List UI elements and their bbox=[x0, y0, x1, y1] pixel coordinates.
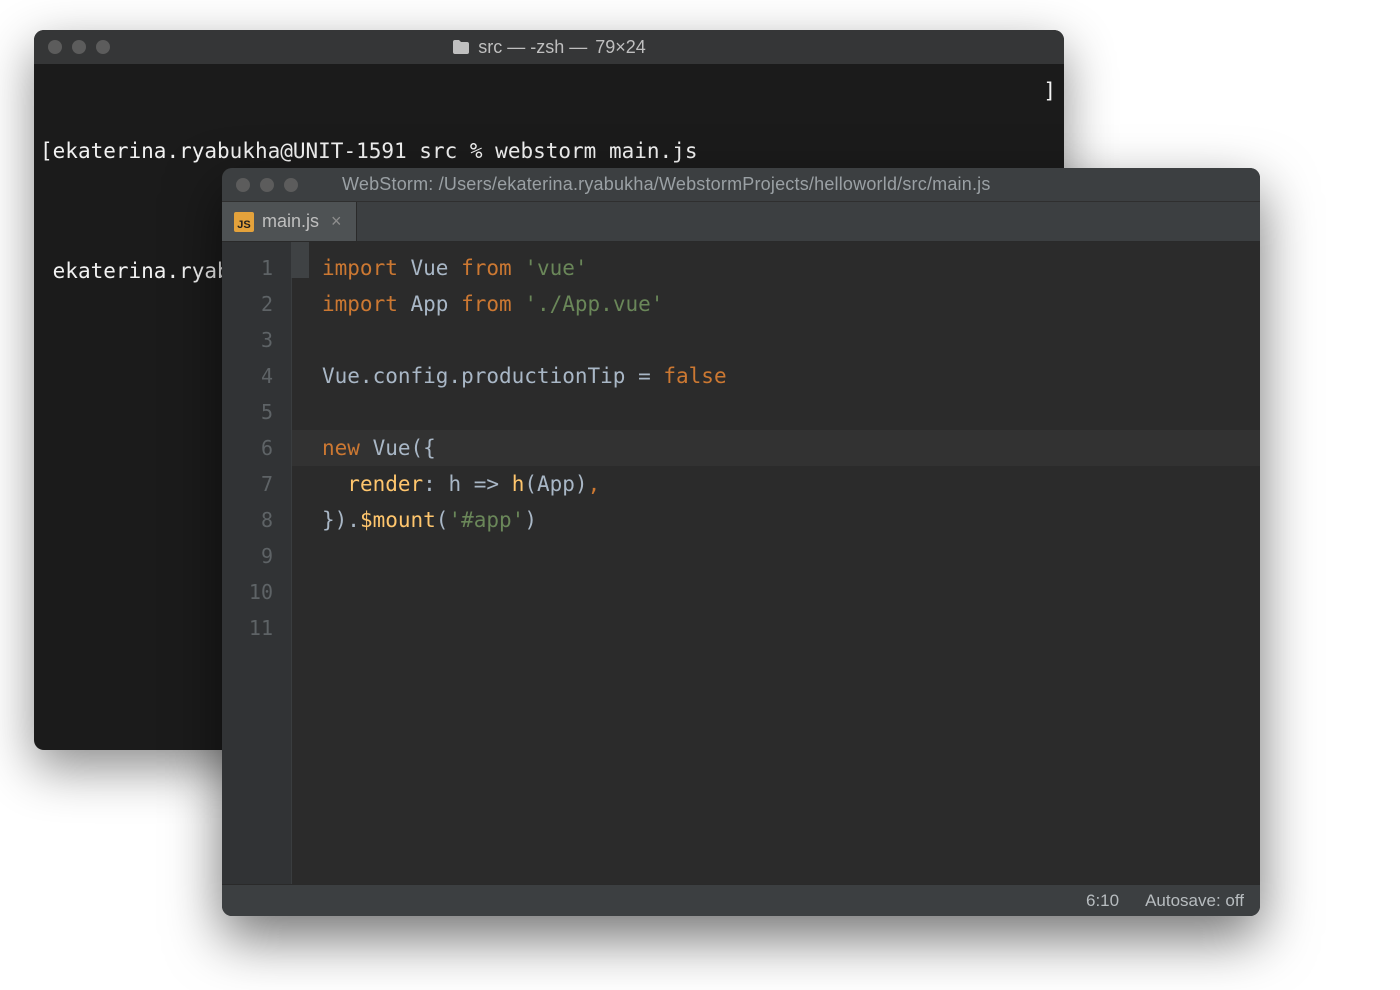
code-line[interactable] bbox=[318, 610, 1260, 646]
maximize-icon[interactable] bbox=[284, 178, 298, 192]
tab-filename: main.js bbox=[262, 211, 319, 232]
minimize-icon[interactable] bbox=[72, 40, 86, 54]
ide-title: WebStorm: /Users/ekaterina.ryabukha/Webs… bbox=[342, 174, 991, 195]
terminal-prompt: ekaterina.ryabukha@UNIT-1591 src % bbox=[53, 136, 496, 166]
ide-window-controls bbox=[236, 178, 298, 192]
prompt-open-bracket: [ bbox=[40, 136, 53, 166]
ide-titlebar[interactable]: WebStorm: /Users/ekaterina.ryabukha/Webs… bbox=[222, 168, 1260, 202]
minimize-icon[interactable] bbox=[260, 178, 274, 192]
status-bar: 6:10 Autosave: off bbox=[222, 884, 1260, 916]
terminal-command: webstorm main.js bbox=[495, 136, 697, 166]
terminal-window-controls bbox=[48, 40, 110, 54]
code-line[interactable] bbox=[318, 322, 1260, 358]
code-line[interactable]: import App from './App.vue' bbox=[318, 286, 1260, 322]
tab-close-icon[interactable]: × bbox=[327, 211, 342, 232]
editor-area: 1234567891011 import Vue from 'vue'impor… bbox=[222, 242, 1260, 884]
line-number[interactable]: 3 bbox=[222, 322, 291, 358]
line-number[interactable]: 8 bbox=[222, 502, 291, 538]
line-number[interactable]: 9 bbox=[222, 538, 291, 574]
code-line[interactable]: Vue.config.productionTip = false bbox=[318, 358, 1260, 394]
tab-bar: JS main.js × bbox=[222, 202, 1260, 242]
close-icon[interactable] bbox=[48, 40, 62, 54]
terminal-title-prefix: src — -zsh — bbox=[478, 37, 587, 58]
terminal-titlebar[interactable]: src — -zsh — 79×24 bbox=[34, 30, 1064, 64]
js-file-icon: JS bbox=[234, 212, 254, 232]
line-number[interactable]: 11 bbox=[222, 610, 291, 646]
line-number[interactable]: 5 bbox=[222, 394, 291, 430]
line-number[interactable]: 7 bbox=[222, 466, 291, 502]
maximize-icon[interactable] bbox=[96, 40, 110, 54]
code-line[interactable] bbox=[318, 394, 1260, 430]
cursor-position[interactable]: 6:10 bbox=[1086, 891, 1119, 911]
line-number[interactable]: 10 bbox=[222, 574, 291, 610]
folder-icon bbox=[452, 39, 470, 55]
code-line[interactable]: render: h => h(App), bbox=[318, 466, 1260, 502]
prompt-close-bracket: ] bbox=[1043, 76, 1056, 106]
line-number[interactable]: 6 bbox=[222, 430, 291, 466]
line-number-gutter[interactable]: 1234567891011 bbox=[222, 242, 292, 884]
line-number[interactable]: 2 bbox=[222, 286, 291, 322]
code-line[interactable]: }).$mount('#app') bbox=[318, 502, 1260, 538]
prompt-open-bracket bbox=[40, 256, 53, 286]
terminal-line: [ekaterina.ryabukha@UNIT-1591 src % webs… bbox=[40, 136, 1058, 166]
ide-window: WebStorm: /Users/ekaterina.ryabukha/Webs… bbox=[222, 168, 1260, 916]
code-line[interactable]: import Vue from 'vue' bbox=[318, 250, 1260, 286]
line-number[interactable]: 1 bbox=[222, 250, 291, 286]
current-line-highlight bbox=[292, 430, 1260, 466]
terminal-title: src — -zsh — 79×24 bbox=[452, 37, 646, 58]
code-line[interactable] bbox=[318, 574, 1260, 610]
close-icon[interactable] bbox=[236, 178, 250, 192]
code-editor[interactable]: import Vue from 'vue'import App from './… bbox=[292, 242, 1260, 884]
terminal-title-size: 79×24 bbox=[595, 37, 646, 58]
tab-main-js[interactable]: JS main.js × bbox=[222, 202, 357, 241]
line-number[interactable]: 4 bbox=[222, 358, 291, 394]
autosave-status[interactable]: Autosave: off bbox=[1145, 891, 1244, 911]
code-line[interactable] bbox=[318, 538, 1260, 574]
